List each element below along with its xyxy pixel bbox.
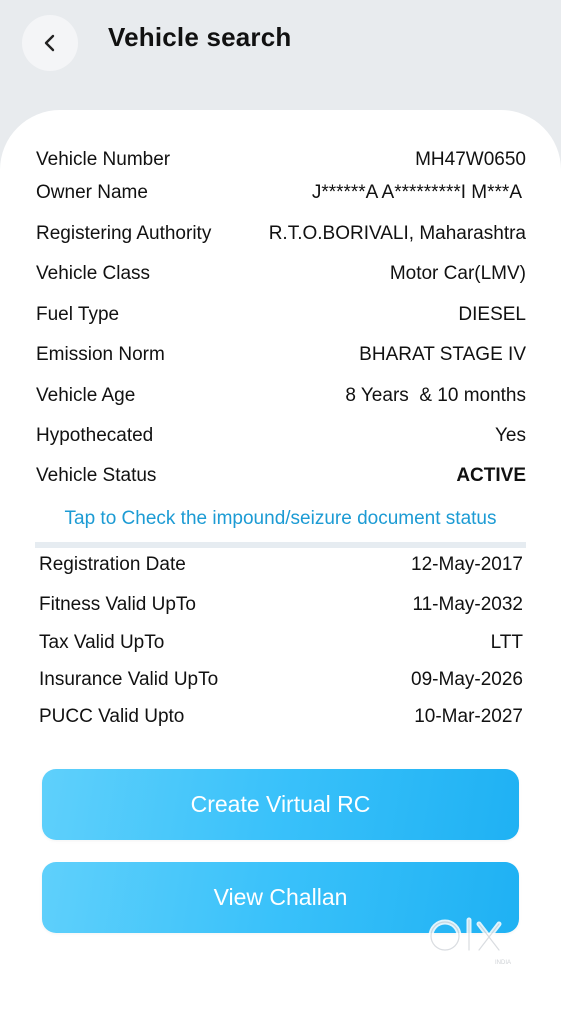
detail-label: Vehicle Status: [36, 465, 157, 486]
status-badge: ACTIVE: [456, 465, 526, 486]
detail-label: Vehicle Number: [36, 149, 171, 170]
validity-label: PUCC Valid Upto: [39, 706, 185, 727]
create-virtual-rc-button[interactable]: Create Virtual RC: [42, 769, 519, 840]
detail-value: Motor Car(LMV): [389, 263, 526, 284]
validity-value: LTT: [490, 632, 523, 653]
validity-label: Tax Valid UpTo: [39, 632, 165, 653]
detail-row-registering-authority: Registering Authority R.T.O.BORIVALI, Ma…: [36, 221, 526, 247]
back-button[interactable]: [22, 15, 78, 71]
detail-label: Owner Name: [36, 182, 148, 203]
validity-value: 12-May-2017: [411, 554, 523, 575]
detail-label: Vehicle Age: [36, 385, 136, 406]
validity-label: Insurance Valid UpTo: [39, 669, 219, 690]
detail-row-vehicle-number: Vehicle Number MH47W0650: [36, 147, 526, 173]
detail-row-vehicle-age: Vehicle Age 8 Years & 10 months: [36, 383, 526, 409]
detail-label: Hypothecated: [36, 425, 154, 446]
detail-label: Vehicle Class: [36, 263, 151, 284]
olx-watermark-logo: INDIA: [425, 912, 525, 972]
section-divider: [35, 542, 526, 548]
app-header: Vehicle search: [0, 0, 561, 120]
detail-value: DIESEL: [458, 304, 526, 325]
watermark-sub-text: INDIA: [495, 960, 511, 966]
validity-row-pucc: PUCC Valid Upto 10-Mar-2027: [39, 704, 523, 730]
detail-row-hypothecated: Hypothecated Yes: [36, 423, 526, 449]
validity-row-tax: Tax Valid UpTo LTT: [39, 630, 523, 656]
detail-label: Registering Authority: [36, 223, 212, 244]
validity-value: 11-May-2032: [412, 594, 523, 615]
detail-label: Fuel Type: [36, 304, 120, 325]
detail-row-owner-name: Owner Name J******A A*********I M***A: [36, 180, 526, 206]
detail-value: J******A A*********I M***A: [311, 182, 522, 203]
detail-value: R.T.O.BORIVALI, Maharashtra: [268, 223, 526, 244]
validity-label: Registration Date: [39, 554, 186, 575]
detail-value: MH47W0650: [415, 149, 526, 170]
validity-row-fitness: Fitness Valid UpTo 11-May-2032: [39, 592, 523, 618]
detail-value: 8 Years & 10 months: [345, 385, 526, 406]
detail-value: Yes: [495, 425, 526, 446]
detail-row-vehicle-class: Vehicle Class Motor Car(LMV): [36, 261, 526, 287]
validity-row-insurance: Insurance Valid UpTo 09-May-2026: [39, 667, 523, 693]
validity-row-registration-date: Registration Date 12-May-2017: [39, 552, 523, 578]
detail-row-fuel-type: Fuel Type DIESEL: [36, 302, 526, 328]
validity-value: 09-May-2026: [411, 669, 523, 690]
detail-label: Emission Norm: [36, 344, 165, 365]
detail-value: BHARAT STAGE IV: [359, 344, 526, 365]
validity-value: 10-Mar-2027: [414, 706, 523, 727]
detail-row-vehicle-status: Vehicle Status ACTIVE: [36, 463, 526, 489]
impound-status-link[interactable]: Tap to Check the impound/seizure documen…: [0, 508, 561, 530]
detail-row-emission-norm: Emission Norm BHARAT STAGE IV: [36, 342, 526, 368]
chevron-left-icon: [44, 34, 55, 52]
page-title: Vehicle search: [108, 22, 292, 52]
validity-label: Fitness Valid UpTo: [39, 594, 196, 615]
